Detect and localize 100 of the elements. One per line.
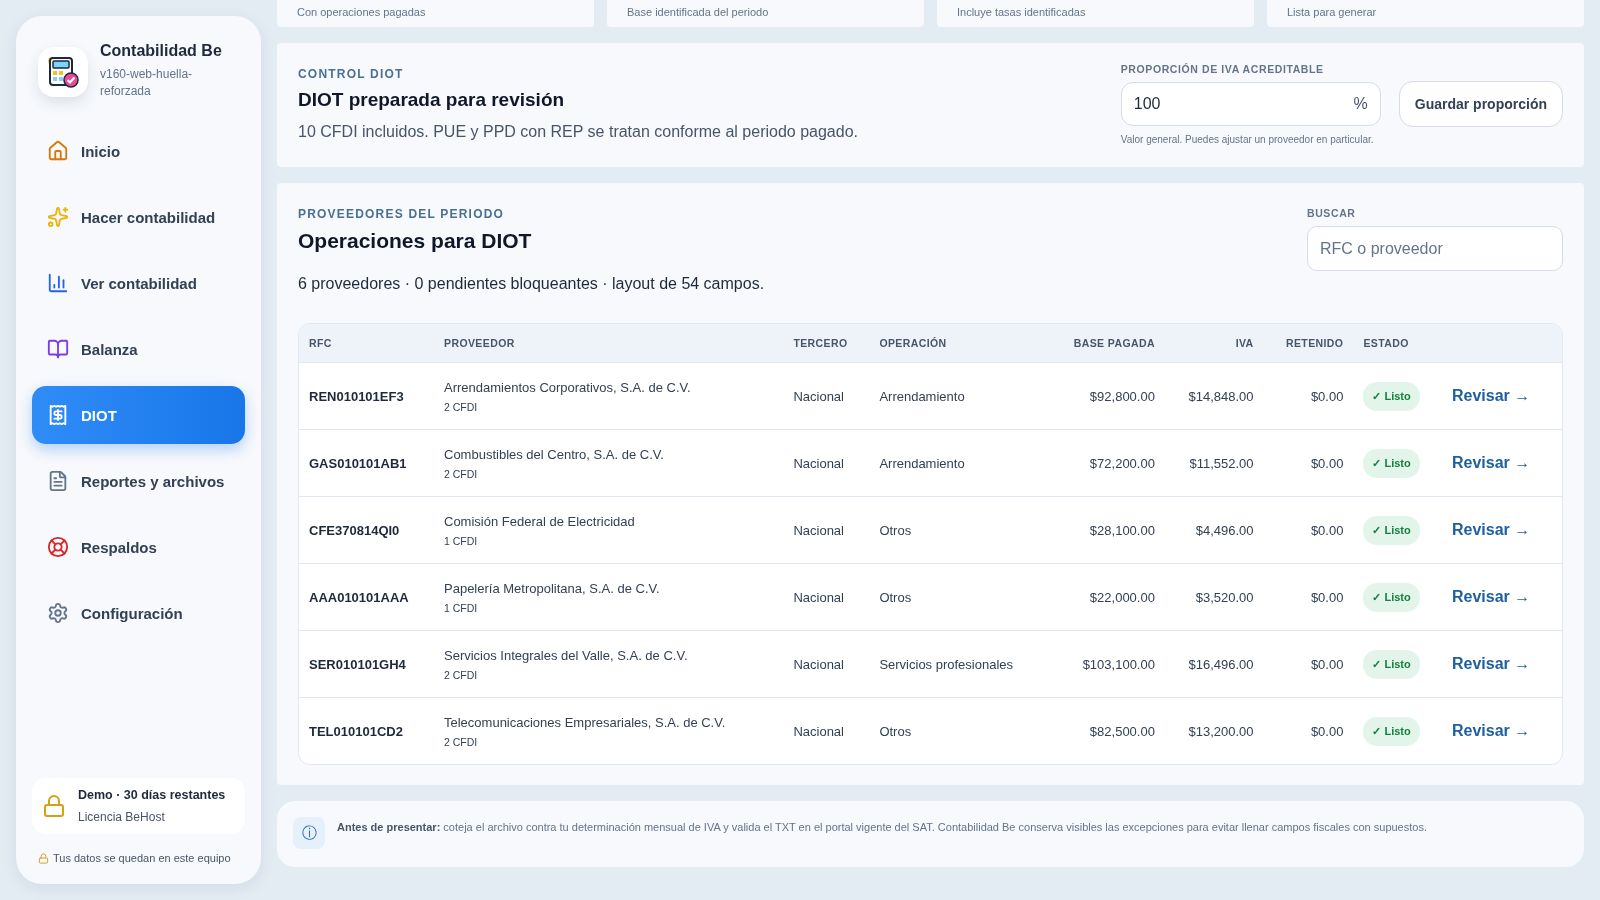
info-icon: ⓘ: [293, 817, 325, 849]
nav-item[interactable]: Ver contabilidad: [32, 254, 245, 312]
column-header: IVA: [1164, 324, 1264, 362]
cfdi-count: 1 CFDI: [444, 601, 479, 614]
field-label: PROPORCIÓN DE IVA ACREDITABLE: [1120, 63, 1325, 75]
license-subtitle: Licencia BeHost: [78, 810, 166, 824]
table-cell: $0.00: [1310, 723, 1344, 739]
save-button[interactable]: Guardar proporción: [1398, 81, 1563, 127]
bar-chart-icon: [47, 272, 69, 294]
column-header: OPERACIÓN: [869, 324, 1048, 362]
column-header: ESTADO: [1353, 324, 1442, 362]
lock-icon: [38, 852, 49, 864]
search-field[interactable]: RFC o proveedor: [1307, 226, 1563, 271]
status-badge: ✓ Listo: [1363, 448, 1420, 478]
table-cell: $22,000.00: [1089, 589, 1155, 605]
lifebuoy-icon: [47, 536, 69, 558]
cfdi-count: 2 CFDI: [444, 467, 479, 480]
review-link[interactable]: Revisar →: [1452, 454, 1531, 471]
review-link[interactable]: Revisar →: [1452, 722, 1531, 739]
field-label: BUSCAR: [1307, 207, 1357, 219]
summary-card: Con operaciones pagadas: [277, 0, 594, 27]
review-link[interactable]: Revisar →: [1452, 588, 1531, 605]
status-badge: ✓ Listo: [1363, 515, 1420, 545]
status-badge: ✓ Listo: [1363, 649, 1420, 679]
nav-item[interactable]: Inicio: [32, 122, 245, 180]
summary-card: Incluye tasas identificadas: [937, 0, 1254, 27]
app-version: v160-web-huella-reforzada: [100, 66, 194, 100]
app-name: Contabilidad Be: [100, 42, 223, 60]
column-header: PROVEEDOR: [434, 324, 784, 362]
review-link[interactable]: Revisar →: [1452, 521, 1531, 538]
table-cell: Nacional: [793, 455, 844, 471]
rfc-text: CFE370814QI0: [309, 522, 400, 538]
table-cell: Arrendamiento: [879, 388, 965, 404]
privacy-note: Tus datos se quedan en este equipo: [53, 852, 231, 864]
rfc-text: SER010101GH4: [309, 656, 406, 672]
provider-name: Comisión Federal de Electricidad: [444, 513, 636, 529]
field-hint: Valor general. Puedes ajustar un proveedor en particular.: [1120, 134, 1375, 145]
table-cell: $82,500.00: [1089, 723, 1155, 739]
nav-item[interactable]: Balanza: [32, 320, 245, 378]
status-badge: ✓ Listo: [1363, 381, 1420, 411]
provider-name: Combustibles del Centro, S.A. de C.V.: [444, 446, 665, 462]
cfdi-count: 2 CFDI: [444, 400, 479, 413]
document-icon: [47, 470, 69, 492]
table-cell: $14,848.00: [1188, 388, 1254, 404]
table-cell: $0.00: [1310, 455, 1344, 471]
rfc-text: AAA010101AAA: [309, 589, 409, 605]
table-cell: Otros: [879, 522, 912, 538]
summary-card: Lista para generar: [1267, 0, 1584, 27]
review-link[interactable]: Revisar →: [1452, 387, 1531, 404]
calculator-icon: [46, 55, 80, 89]
rfc-text: TEL010101CD2: [309, 723, 403, 739]
license-title: Demo · 30 días restantes: [78, 788, 226, 802]
proportion-field[interactable]: 100 %: [1120, 82, 1381, 126]
table-cell: Otros: [879, 589, 912, 605]
table-cell: $11,552.00: [1189, 455, 1254, 471]
review-link[interactable]: Revisar →: [1452, 655, 1531, 672]
provider-name: Arrendamientos Corporativos, S.A. de C.V.: [444, 379, 692, 395]
table-cell: Arrendamiento: [879, 455, 965, 471]
table-cell: $0.00: [1310, 589, 1344, 605]
provider-name: Papelería Metropolitana, S.A. de C.V.: [444, 580, 661, 596]
table-cell: $4,496.00: [1195, 522, 1254, 538]
provider-name: Telecomunicaciones Empresariales, S.A. de C.V.: [444, 714, 727, 730]
status-badge: ✓ Listo: [1363, 716, 1420, 746]
nav-item[interactable]: Respaldos: [32, 518, 245, 576]
table-cell: $0.00: [1310, 522, 1344, 538]
column-header: RETENIDO: [1263, 324, 1354, 362]
lock-icon: [42, 794, 66, 818]
section-eyebrow: CONTROL DIOT: [298, 67, 405, 81]
table-cell: Nacional: [793, 656, 844, 672]
table-cell: $28,100.00: [1089, 522, 1155, 538]
table-cell: $92,800.00: [1089, 388, 1155, 404]
table-cell: $3,520.00: [1195, 589, 1254, 605]
table-cell: Nacional: [793, 723, 844, 739]
section-description: 10 CFDI incluidos. PUE y PPD con REP se tratan conforme al periodo pagado.: [298, 123, 858, 141]
table-cell: Nacional: [793, 388, 844, 404]
section-title: Operaciones para DIOT: [298, 229, 533, 253]
cfdi-count: 1 CFDI: [444, 534, 479, 547]
cfdi-count: 2 CFDI: [444, 668, 479, 681]
receipt-icon: [47, 404, 69, 426]
status-badge: ✓ Listo: [1363, 582, 1420, 612]
settings-icon: [47, 602, 69, 624]
notice-text: Antes de presentar: coteja el archivo contra tu determinación mensual de IVA y valida el TXT en el portal vigente del SAT. Contabilidad Be conserva visibles las excepciones para evitar llenar campos fiscales con supuestos.: [337, 820, 1427, 835]
nav-item[interactable]: Configuración: [32, 584, 245, 642]
home-icon: [47, 140, 69, 162]
table-cell: $13,200.00: [1188, 723, 1254, 739]
section-summary: 6 proveedores · 0 pendientes bloqueantes · layout de 54 campos.: [298, 275, 765, 293]
table-cell: $0.00: [1310, 388, 1344, 404]
nav-item[interactable]: DIOT: [32, 386, 245, 444]
table-cell: Otros: [879, 723, 912, 739]
column-header: TERCERO: [783, 324, 870, 362]
nav-item[interactable]: Reportes y archivos: [32, 452, 245, 510]
section-title: DIOT preparada para revisión: [298, 89, 566, 111]
column-header: BASE PAGADA: [1047, 324, 1165, 362]
nav-item[interactable]: Hacer contabilidad: [32, 188, 245, 246]
table-cell: Nacional: [793, 522, 844, 538]
table-cell: $16,496.00: [1188, 656, 1254, 672]
column-header: RFC: [299, 324, 434, 362]
section-eyebrow: PROVEEDORES DEL PERIODO: [298, 207, 506, 221]
summary-card: Base identificada del periodo: [607, 0, 924, 27]
rfc-text: REN010101EF3: [309, 388, 404, 404]
